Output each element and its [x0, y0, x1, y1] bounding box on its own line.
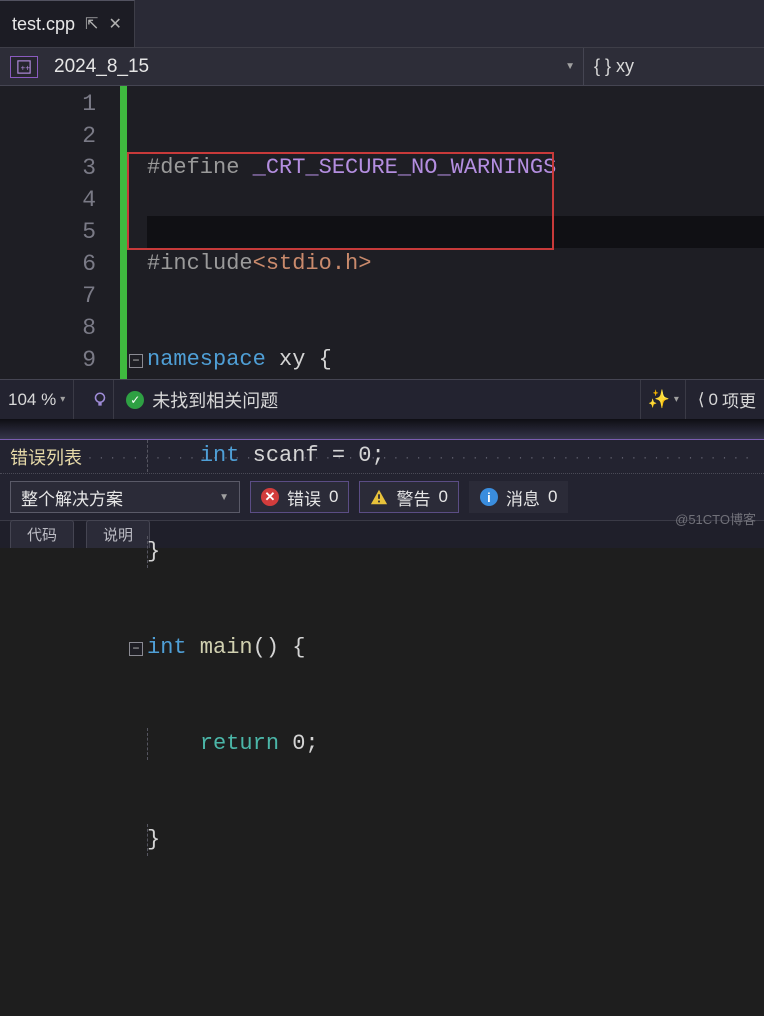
tab-bar: test.cpp ⇱ ✕	[0, 0, 764, 48]
line-number: 8	[0, 312, 96, 344]
line-number: 7	[0, 280, 96, 312]
line-number: 5	[0, 216, 96, 248]
error-list-title: 错误列表	[10, 444, 82, 470]
column-header-code[interactable]: 代码	[10, 520, 74, 548]
code-line: −namespace xy {	[147, 344, 764, 376]
code-line: }	[147, 536, 764, 568]
file-tab[interactable]: test.cpp ⇱ ✕	[0, 0, 135, 47]
editor[interactable]: 1 2 3 4 5 6 7 8 9 #define _CRT_SECURE_NO…	[0, 86, 764, 379]
scope-dropdown[interactable]: 2024_8_15 ▼	[46, 48, 584, 85]
line-gutter: 1 2 3 4 5 6 7 8 9	[0, 86, 120, 379]
chevron-down-icon: ▾	[60, 394, 65, 405]
zoom-label: 104 %	[8, 390, 56, 410]
member-dropdown[interactable]: { } xy	[584, 48, 764, 85]
code-line: }	[147, 824, 764, 856]
navbar: ++ 2024_8_15 ▼ { } xy	[0, 48, 764, 86]
check-icon: ✓	[126, 391, 144, 409]
change-indicator	[120, 86, 127, 379]
close-icon[interactable]: ✕	[108, 14, 121, 34]
zoom-control[interactable]: 104 % ▾	[8, 380, 74, 419]
error-scope-label: 整个解决方案	[21, 485, 123, 510]
fold-icon[interactable]: −	[129, 642, 143, 656]
line-number: 2	[0, 120, 96, 152]
code-line: #include<stdio.h>	[147, 248, 764, 280]
code-line: return 0;	[147, 728, 764, 760]
line-number: 4	[0, 184, 96, 216]
code-line: int scanf = 0;	[147, 440, 764, 472]
line-number: 6	[0, 248, 96, 280]
code-line	[147, 920, 764, 952]
svg-text:++: ++	[21, 64, 31, 73]
line-number: 3	[0, 152, 96, 184]
column-header-description[interactable]: 说明	[86, 520, 150, 548]
member-label: { } xy	[594, 56, 634, 77]
line-number: 9	[0, 344, 96, 376]
fold-icon[interactable]: −	[129, 354, 143, 368]
line-number: 1	[0, 88, 96, 120]
chevron-down-icon: ▼	[565, 61, 575, 72]
tab-filename: test.cpp	[12, 14, 75, 35]
watermark: @51CTO博客	[675, 509, 756, 528]
pin-icon[interactable]: ⇱	[85, 14, 98, 34]
cpp-file-icon[interactable]: ++	[10, 56, 38, 78]
code-line: #define _CRT_SECURE_NO_WARNINGS	[147, 152, 764, 184]
code-area[interactable]: #define _CRT_SECURE_NO_WARNINGS #include…	[127, 86, 764, 379]
code-line: −int main() {	[147, 632, 764, 664]
scope-label: 2024_8_15	[54, 56, 149, 78]
lightbulb-icon[interactable]	[86, 380, 114, 419]
